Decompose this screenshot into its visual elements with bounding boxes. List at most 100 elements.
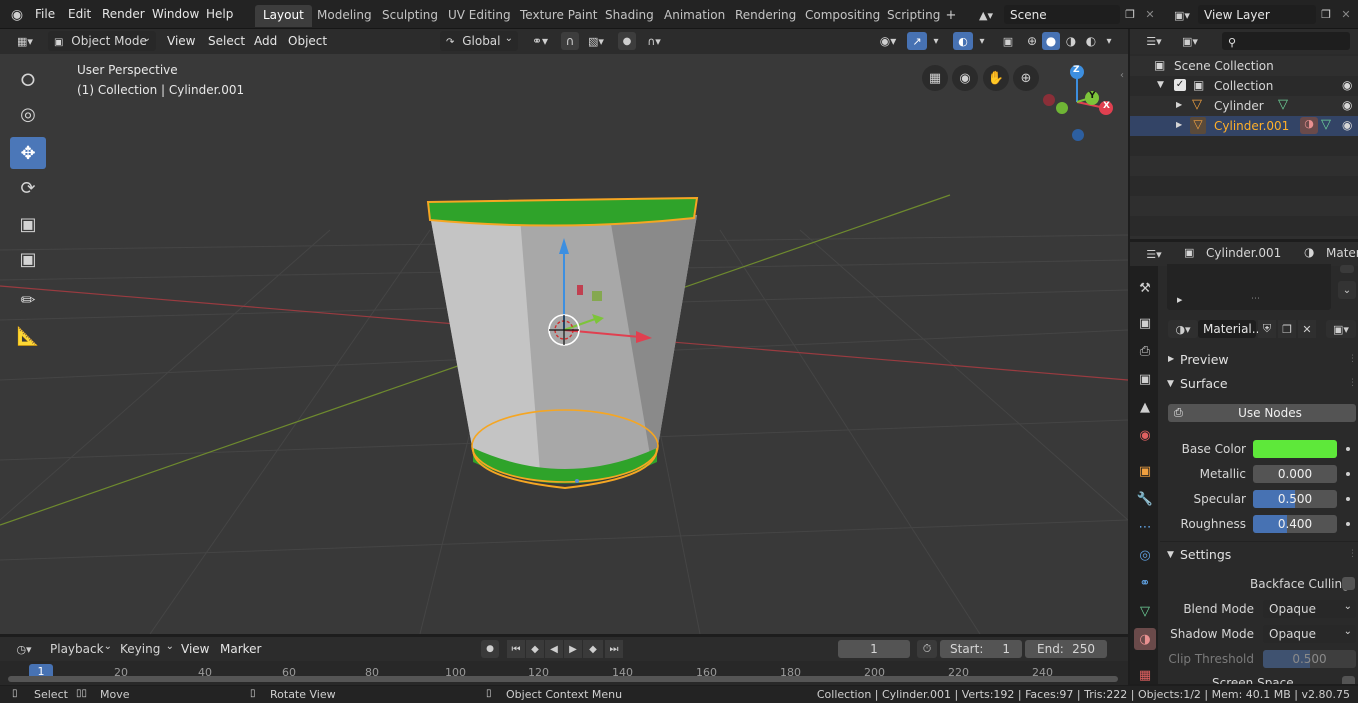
scale-tool[interactable]: ▣ (10, 208, 46, 240)
menu-render[interactable]: Render (102, 7, 145, 21)
next-keyframe-icon[interactable]: ◆ (583, 640, 603, 658)
backface-culling-checkbox[interactable] (1342, 577, 1355, 590)
select-box-tool[interactable]: ⭘ (10, 64, 46, 96)
material-shading-icon[interactable]: ◑ (1062, 32, 1080, 50)
pivot-point-icon[interactable]: ⚭▾ (526, 33, 554, 49)
viewport-menu-select[interactable]: Select (208, 34, 245, 48)
tab-modeling[interactable]: Modeling (309, 5, 380, 27)
eye-icon[interactable]: ◉ (1342, 78, 1352, 92)
pan-hand-icon[interactable]: ✋ (983, 65, 1009, 91)
material-slot-list[interactable]: ▶ ⋯ (1167, 264, 1331, 310)
mesh-data-icon[interactable]: ▽ (1321, 117, 1331, 132)
view-layer-field[interactable]: View Layer (1198, 5, 1316, 24)
properties-editor-type-icon[interactable]: ☰▾ (1140, 246, 1168, 262)
menu-file[interactable]: File (35, 7, 55, 21)
material-tab-icon[interactable]: ◑ (1134, 628, 1156, 650)
timeline-scrollbar[interactable] (8, 676, 1118, 682)
keyframe-dot-icon[interactable] (1346, 447, 1350, 451)
metallic-slider[interactable]: 0.000 (1253, 465, 1337, 483)
keyframe-dot-icon[interactable] (1346, 522, 1350, 526)
new-scene-icon[interactable]: ❐ (1122, 6, 1138, 22)
gizmo-toggle-icon[interactable]: ↗ (907, 32, 927, 50)
clip-threshold-slider[interactable]: 0.500 (1263, 650, 1356, 668)
visibility-filter-icon[interactable]: ◉▾ (873, 33, 903, 49)
zoom-icon[interactable]: ⊕ (1013, 65, 1039, 91)
object-tab-icon[interactable]: ▣ (1134, 460, 1156, 482)
move-tool[interactable]: ✥ (10, 137, 46, 169)
particles-tab-icon[interactable]: ⋯ (1134, 516, 1156, 538)
outliner-row-scene-collection[interactable]: ▣ Scene Collection (1130, 56, 1358, 76)
jump-end-icon[interactable]: ⏭ (605, 640, 623, 658)
timeline-editor-type-icon[interactable]: ◷▾ (10, 641, 38, 657)
surface-section-title[interactable]: Surface (1180, 376, 1228, 391)
solid-shading-icon[interactable]: ● (1042, 32, 1060, 50)
play-icon[interactable]: ▶ (564, 640, 582, 658)
outliner-row-cylinder-001[interactable]: ▶ ▽ Cylinder.001 ◑ ▽ ◉ (1130, 116, 1358, 136)
overlay-toggle-icon[interactable]: ◐ (953, 32, 973, 50)
transform-tool[interactable]: ▣ (10, 243, 46, 275)
settings-section-title[interactable]: Settings (1180, 547, 1231, 562)
display-mode-icon[interactable]: ▣▾ (1176, 33, 1204, 49)
wireframe-shading-icon[interactable]: ⊕ (1023, 32, 1041, 50)
remove-scene-icon[interactable]: ✕ (1142, 6, 1158, 22)
viewport-menu-add[interactable]: Add (254, 34, 277, 48)
add-workspace-icon[interactable]: + (943, 7, 959, 23)
tab-compositing[interactable]: Compositing (797, 5, 888, 27)
view-layer-tab-icon[interactable]: ▣ (1134, 368, 1156, 390)
tab-uv-editing[interactable]: UV Editing (440, 5, 519, 27)
timeline-menu-view[interactable]: View (181, 642, 209, 656)
shadow-mode-select[interactable]: Opaque ⌄ (1263, 625, 1356, 643)
end-frame-field[interactable]: End: 250 (1025, 640, 1107, 658)
viewport-menu-view[interactable]: View (167, 34, 195, 48)
world-tab-icon[interactable]: ◉ (1134, 424, 1156, 446)
checkbox-icon[interactable]: ✓ (1174, 79, 1186, 91)
duplicate-material-icon[interactable]: ❐ (1278, 320, 1296, 338)
falloff-icon[interactable]: ∩▾ (640, 33, 668, 49)
fake-user-shield-icon[interactable]: ⛨ (1258, 320, 1276, 338)
eye-icon[interactable]: ◉ (1342, 98, 1352, 112)
measure-tool[interactable]: 📐 (10, 320, 46, 352)
link-type-icon[interactable]: ▣▾ (1326, 320, 1356, 338)
unlink-material-icon[interactable]: ✕ (1298, 320, 1316, 338)
modifier-tab-icon[interactable]: 🔧 (1134, 488, 1156, 510)
base-color-swatch[interactable] (1253, 440, 1337, 458)
playback-menu[interactable]: Playback ⌄ (44, 639, 112, 659)
sidebar-toggle-icon[interactable]: ‹ (1117, 68, 1127, 82)
mesh-data-icon[interactable]: ▽ (1278, 97, 1288, 112)
snap-icon[interactable]: ∩ (561, 32, 579, 50)
constraints-tab-icon[interactable]: ⚭ (1134, 572, 1156, 594)
scene-icon[interactable]: ▲▾ (972, 6, 1000, 24)
tab-layout[interactable]: Layout (255, 5, 312, 27)
expand-arrow-icon[interactable]: ▶ (1176, 120, 1182, 129)
keyframe-dot-icon[interactable] (1346, 472, 1350, 476)
transform-orientation-select[interactable]: ↷ Global ⌄ (440, 31, 518, 51)
screen-space-refraction-checkbox[interactable] (1342, 676, 1355, 684)
overlay-dropdown-icon[interactable]: ▾ (975, 33, 989, 49)
material-breadcrumb[interactable]: Materi (1326, 246, 1358, 260)
resize-handle-icon[interactable]: ⋯ (1251, 294, 1260, 304)
material-icon[interactable]: ◑ (1300, 117, 1318, 134)
output-tab-icon[interactable]: ⎙ (1134, 340, 1156, 362)
expand-arrow-icon[interactable]: ▶ (1176, 100, 1182, 109)
object-breadcrumb[interactable]: Cylinder.001 (1206, 246, 1281, 260)
menu-window[interactable]: Window (152, 7, 199, 21)
annotate-tool[interactable]: ✏ (10, 284, 46, 316)
slot-menu-chevron-icon[interactable]: ⌄ (1338, 281, 1356, 299)
mode-select[interactable]: ▣ Object Mode ⌄ (48, 31, 156, 51)
preview-section-arrow-icon[interactable]: ▶ (1168, 354, 1174, 363)
tab-animation[interactable]: Animation (656, 5, 733, 27)
tab-rendering[interactable]: Rendering (727, 5, 804, 27)
remove-view-layer-icon[interactable]: ✕ (1338, 6, 1354, 22)
settings-section-arrow-icon[interactable]: ▼ (1167, 550, 1174, 560)
view-layer-icon[interactable]: ▣▾ (1170, 6, 1194, 24)
tab-texture-paint[interactable]: Texture Paint (512, 5, 605, 27)
keying-menu[interactable]: Keying ⌄ (114, 639, 174, 659)
surface-section-arrow-icon[interactable]: ▼ (1167, 379, 1174, 389)
play-reverse-icon[interactable]: ◀ (545, 640, 563, 658)
section-grip-icon[interactable]: ⋮ (1348, 354, 1357, 364)
prev-keyframe-icon[interactable]: ◆ (526, 640, 544, 658)
slot-scroll-thumb[interactable] (1340, 265, 1354, 273)
new-view-layer-icon[interactable]: ❐ (1318, 6, 1334, 22)
current-frame-field[interactable]: 1 (838, 640, 910, 658)
camera-view-icon[interactable]: ◉ (952, 65, 978, 91)
